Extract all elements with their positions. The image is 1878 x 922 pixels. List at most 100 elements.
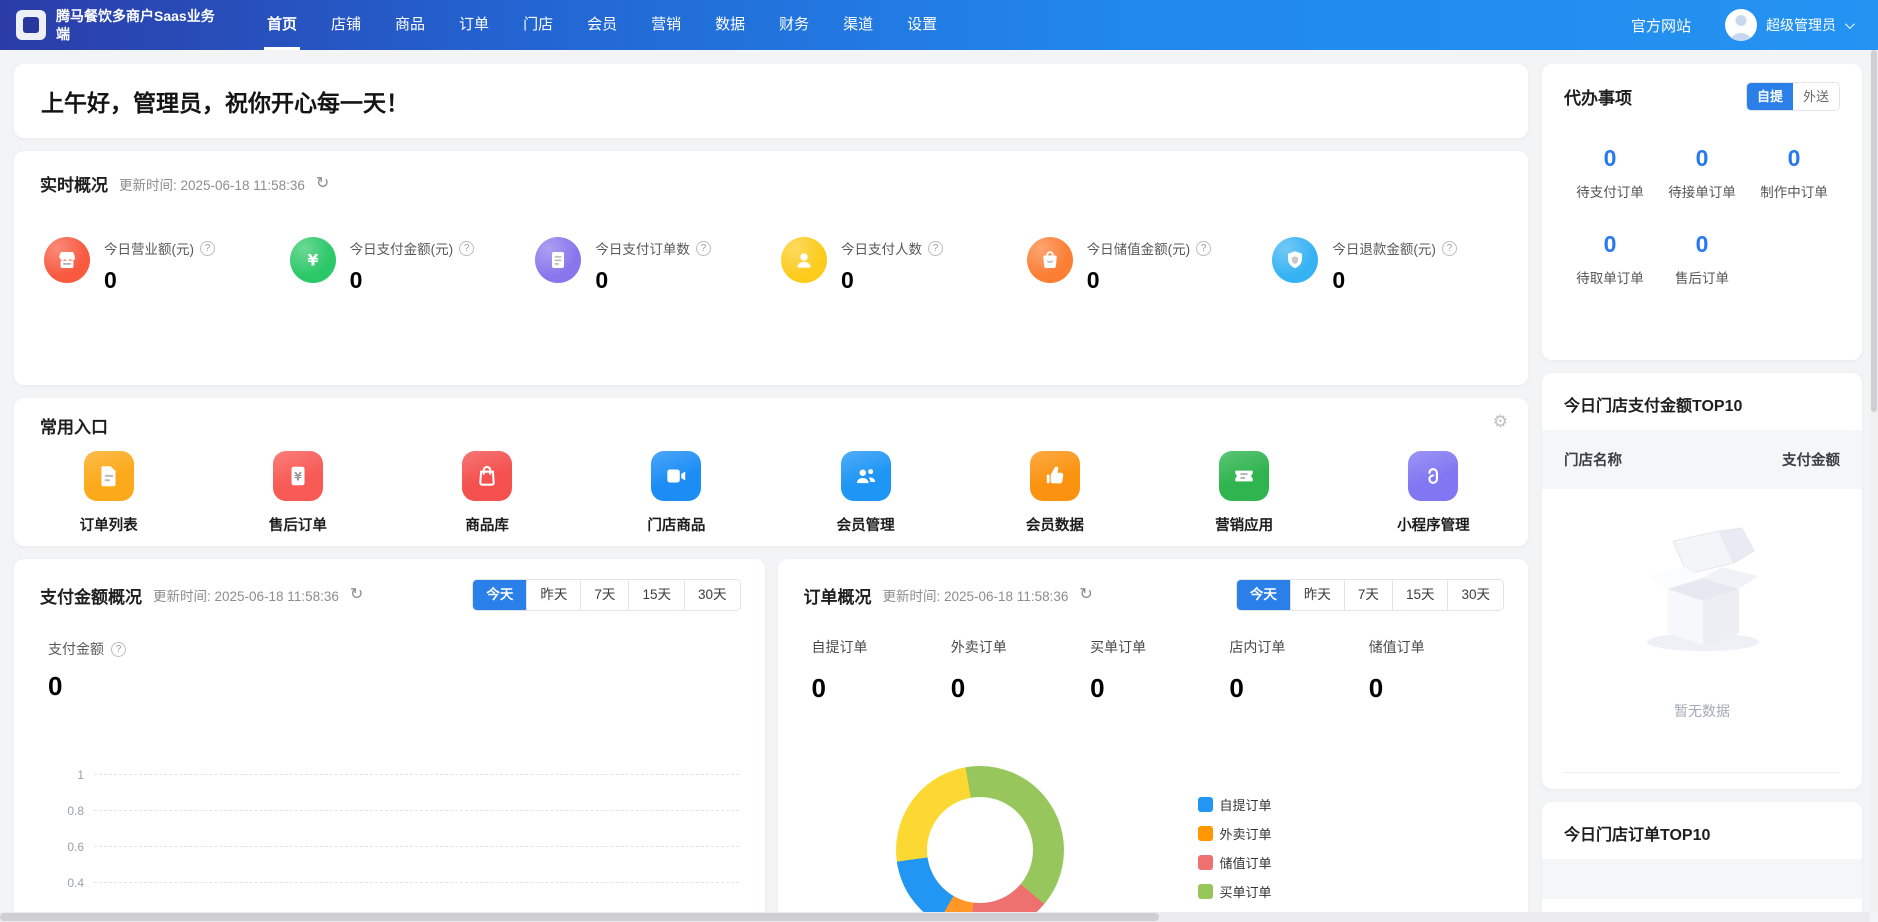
greeting-text: 上午好，管理员，祝你开心每一天！: [41, 84, 409, 118]
legend-item-stored-value[interactable]: 储值订单: [1198, 853, 1272, 872]
tab-30days[interactable]: 30天: [684, 580, 740, 610]
shield-icon: [1272, 237, 1318, 283]
refund-icon: ¥: [273, 451, 323, 501]
updated-time: 更新时间: 2025-06-18 11:58:36: [119, 174, 305, 194]
todo-in-production[interactable]: 0 制作中订单: [1748, 145, 1840, 201]
nav-item-shop[interactable]: 店铺: [314, 0, 378, 50]
yuan-icon: ¥: [290, 237, 336, 283]
entry-member-data[interactable]: 会员数据: [960, 451, 1149, 535]
official-site-link[interactable]: 官方网站: [1631, 15, 1691, 36]
legend-swatch: [1198, 826, 1213, 841]
nav-item-order[interactable]: 订单: [442, 0, 506, 50]
nav-item-channel[interactable]: 渠道: [826, 0, 890, 50]
legend-swatch: [1198, 797, 1213, 812]
table-header: 门店名称 支付金额: [1542, 430, 1862, 489]
todo-pending-accept[interactable]: 0 待接单订单: [1656, 145, 1748, 201]
top10-order-card: 今日门店订单TOP10: [1542, 802, 1862, 922]
thumb-up-icon: [1030, 451, 1080, 501]
entry-marketing-app[interactable]: 营销应用: [1150, 451, 1339, 535]
horizontal-scrollbar-thumb[interactable]: [0, 913, 1159, 921]
order-stat-stored-value: 储值订单 0: [1369, 637, 1508, 704]
help-icon[interactable]: ?: [928, 241, 943, 256]
help-icon[interactable]: ?: [1196, 241, 1211, 256]
entry-label: 售后订单: [269, 514, 327, 535]
todo-pending-pickup[interactable]: 0 待取单订单: [1564, 231, 1656, 287]
panel-title: 今日门店订单TOP10: [1542, 802, 1862, 859]
entry-aftersale-order[interactable]: ¥ 售后订单: [203, 451, 392, 535]
date-range-tabs: 今天 昨天 7天 15天 30天: [472, 579, 740, 611]
nav-item-settings[interactable]: 设置: [890, 0, 954, 50]
tab-today[interactable]: 今天: [473, 580, 526, 610]
todo-aftersale[interactable]: 0 售后订单: [1656, 231, 1748, 287]
quick-entries-card: 常用入口 ⚙ 订单列表 ¥ 售后订单: [14, 398, 1528, 546]
tab-15days[interactable]: 15天: [1392, 580, 1448, 610]
main-nav: 首页 店铺 商品 订单 门店 会员 营销 数据 财务 渠道 设置: [250, 0, 954, 50]
entry-label: 会员管理: [837, 514, 895, 535]
horizontal-scrollbar[interactable]: [0, 912, 1870, 922]
empty-state: 暂无数据: [1542, 489, 1862, 772]
entry-store-product[interactable]: 门店商品: [582, 451, 771, 535]
toggle-self-pickup[interactable]: 自提: [1747, 83, 1793, 110]
chevron-down-icon: [1845, 19, 1855, 29]
toggle-delivery[interactable]: 外送: [1793, 83, 1839, 110]
tab-yesterday[interactable]: 昨天: [526, 580, 580, 610]
vertical-scrollbar-thumb[interactable]: [1871, 50, 1877, 412]
gear-icon[interactable]: ⚙: [1493, 412, 1508, 432]
legend-item-self-pickup[interactable]: 自提订单: [1198, 795, 1272, 814]
entry-order-list[interactable]: 订单列表: [14, 451, 203, 535]
top10-payment-card: 今日门店支付金额TOP10 门店名称 支付金额 暂无数据: [1542, 373, 1862, 789]
legend-item-paybill[interactable]: 买单订单: [1198, 882, 1272, 901]
todo-pending-payment[interactable]: 0 待支付订单: [1564, 145, 1656, 201]
nav-item-store[interactable]: 门店: [506, 0, 570, 50]
metric-label: 支付金额: [48, 639, 104, 659]
help-icon[interactable]: ?: [111, 642, 126, 657]
order-stat-delivery: 外卖订单 0: [951, 637, 1090, 704]
payment-overview-card: 支付金额概况 更新时间: 2025-06-18 11:58:36 ↻ 今天 昨天…: [14, 559, 765, 922]
panel-title: 订单概况: [804, 583, 872, 608]
user-name: 超级管理员: [1766, 15, 1836, 35]
tab-7days[interactable]: 7天: [580, 580, 628, 610]
vertical-scrollbar[interactable]: [1870, 50, 1878, 912]
nav-item-member[interactable]: 会员: [570, 0, 634, 50]
refresh-icon[interactable]: ↻: [316, 176, 329, 192]
storefront-icon: [44, 237, 90, 283]
tab-15days[interactable]: 15天: [628, 580, 684, 610]
nav-item-home[interactable]: 首页: [250, 0, 314, 50]
brand[interactable]: 腾马餐饮多商户Saas业务端: [16, 7, 236, 43]
user-menu[interactable]: 超级管理员: [1725, 9, 1852, 41]
stat-value: 0: [841, 267, 943, 294]
column-store-name: 门店名称: [1564, 449, 1622, 470]
nav-item-data[interactable]: 数据: [698, 0, 762, 50]
entry-member-manage[interactable]: 会员管理: [771, 451, 960, 535]
tab-yesterday[interactable]: 昨天: [1290, 580, 1344, 610]
tab-7days[interactable]: 7天: [1344, 580, 1392, 610]
entry-miniprogram-manage[interactable]: 小程序管理: [1339, 451, 1528, 535]
refresh-icon[interactable]: ↻: [350, 587, 363, 603]
stat-today-refund: 今日退款金额(元)? 0: [1272, 234, 1518, 294]
nav-item-finance[interactable]: 财务: [762, 0, 826, 50]
tab-30days[interactable]: 30天: [1447, 580, 1503, 610]
y-axis-tick: 0.4: [42, 876, 84, 890]
nav-item-marketing[interactable]: 营销: [634, 0, 698, 50]
legend-item-delivery[interactable]: 外卖订单: [1198, 824, 1272, 843]
updated-time: 更新时间: 2025-06-18 11:58:36: [883, 585, 1069, 605]
tab-today[interactable]: 今天: [1237, 580, 1290, 610]
svg-text:¥: ¥: [294, 469, 302, 483]
help-icon[interactable]: ?: [696, 241, 711, 256]
updated-time: 更新时间: 2025-06-18 11:58:36: [153, 585, 339, 605]
video-icon: [651, 451, 701, 501]
table-header: [1542, 859, 1862, 899]
help-icon[interactable]: ?: [200, 241, 215, 256]
entry-label: 订单列表: [80, 514, 138, 535]
legend-swatch: [1198, 884, 1213, 899]
help-icon[interactable]: ?: [459, 241, 474, 256]
entry-product-library[interactable]: 商品库: [393, 451, 582, 535]
nav-item-product[interactable]: 商品: [378, 0, 442, 50]
bag-icon: [1027, 237, 1073, 283]
refresh-icon[interactable]: ↻: [1079, 587, 1092, 603]
order-stat-paybill: 买单订单 0: [1090, 637, 1229, 704]
help-icon[interactable]: ?: [1442, 241, 1457, 256]
realtime-overview-card: 实时概况 更新时间: 2025-06-18 11:58:36 ↻ 今日营业额(元…: [14, 151, 1528, 385]
greeting-card: 上午好，管理员，祝你开心每一天！: [14, 64, 1528, 138]
stat-label: 今日支付人数: [841, 238, 922, 258]
